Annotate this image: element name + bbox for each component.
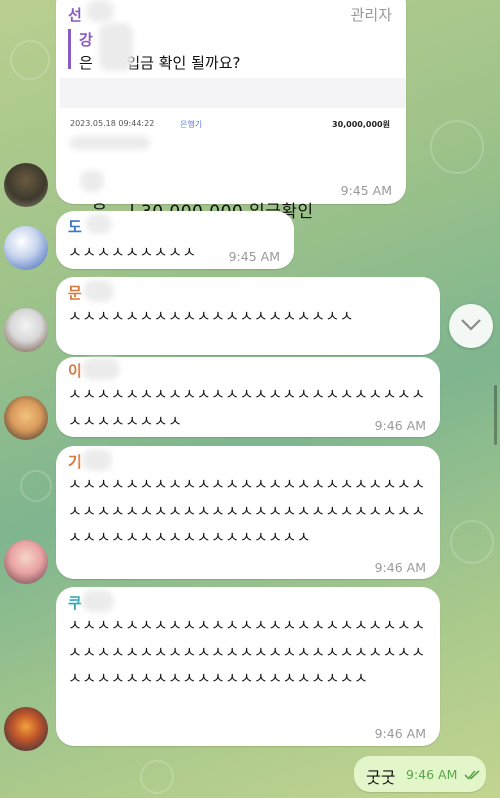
sender-name: 쿠	[68, 594, 82, 612]
background-doodle	[450, 520, 494, 564]
receipt-image[interactable]: 2023.05.18 09:44:22 은행기 30,000,000원	[60, 78, 406, 166]
outgoing-time: 9:46 AM	[406, 767, 458, 782]
avatar[interactable]	[4, 396, 48, 440]
sender-name: 선	[68, 6, 82, 24]
message-bubble[interactable]: 문 ㅅㅅㅅㅅㅅㅅㅅㅅㅅㅅㅅㅅㅅㅅㅅㅅㅅㅅㅅㅅ	[56, 277, 440, 355]
sender-name: 기	[68, 453, 82, 471]
message-time: 9:46 AM	[374, 418, 426, 433]
message-text: ㅅㅅㅅㅅㅅㅅㅅㅅㅅㅅㅅㅅㅅㅅㅅㅅㅅㅅㅅㅅ	[68, 307, 355, 325]
sender-name: 도	[68, 218, 82, 236]
redacted-name	[86, 214, 112, 234]
redacted-name	[82, 358, 120, 380]
double-check-icon	[464, 766, 482, 785]
sender-name: 문	[68, 284, 82, 302]
background-doodle	[140, 760, 174, 794]
message-text: ㅅㅅㅅㅅㅅㅅㅅㅅㅅㅅㅅㅅㅅㅅㅅㅅㅅㅅㅅㅅㅅㅅㅅㅅㅅㅅㅅㅅㅅㅅㅅㅅㅅㅅㅅㅅㅅㅅㅅㅅ…	[68, 475, 426, 546]
message-time: 9:45 AM	[340, 183, 392, 198]
avatar[interactable]	[4, 226, 48, 270]
message-bubble[interactable]: 이 ㅅㅅㅅㅅㅅㅅㅅㅅㅅㅅㅅㅅㅅㅅㅅㅅㅅㅅㅅㅅㅅㅅㅅㅅㅅㅅㅅㅅㅅㅅㅅㅅㅅ 9:46…	[56, 357, 440, 437]
chevron-down-icon	[460, 317, 482, 336]
message-text: ㅅㅅㅅㅅㅅㅅㅅㅅㅅㅅㅅㅅㅅㅅㅅㅅㅅㅅㅅㅅㅅㅅㅅㅅㅅㅅㅅㅅㅅㅅㅅㅅㅅㅅㅅㅅㅅㅅㅅㅅ…	[68, 616, 426, 687]
receipt-date: 2023.05.18 09:44:22	[70, 119, 155, 128]
reply-preview[interactable]: 강 은 입금 확인 될까요?	[68, 23, 409, 72]
scrollbar[interactable]	[494, 385, 497, 445]
background-doodle	[20, 470, 52, 502]
background-doodle	[430, 120, 484, 174]
redacted-receipt	[70, 136, 150, 150]
message-bubble[interactable]: 기 ㅅㅅㅅㅅㅅㅅㅅㅅㅅㅅㅅㅅㅅㅅㅅㅅㅅㅅㅅㅅㅅㅅㅅㅅㅅㅅㅅㅅㅅㅅㅅㅅㅅㅅㅅㅅㅅㅅ…	[56, 446, 440, 579]
redacted-name	[82, 590, 114, 612]
message-time: 9:46 AM	[374, 560, 426, 575]
redacted-name	[82, 449, 112, 471]
avatar[interactable]	[4, 540, 48, 584]
message-bubble[interactable]: 도 ㅅㅅㅅㅅㅅㅅㅅㅅㅅ 9:45 AM	[56, 211, 294, 269]
redacted-reply	[99, 23, 133, 71]
outgoing-message-bubble[interactable]: 굿굿 9:46 AM	[354, 756, 486, 792]
redacted-name	[84, 280, 114, 302]
background-doodle	[10, 40, 50, 80]
avatar[interactable]	[4, 308, 48, 352]
receipt-amount: 30,000,000원	[332, 120, 390, 129]
reply-text-start: 은	[79, 54, 93, 72]
outgoing-text: 굿굿	[366, 768, 396, 787]
message-bubble[interactable]: 쿠 ㅅㅅㅅㅅㅅㅅㅅㅅㅅㅅㅅㅅㅅㅅㅅㅅㅅㅅㅅㅅㅅㅅㅅㅅㅅㅅㅅㅅㅅㅅㅅㅅㅅㅅㅅㅅㅅㅅ…	[56, 587, 440, 746]
message-text: ㅅㅅㅅㅅㅅㅅㅅㅅㅅ	[68, 243, 197, 261]
message-time: 9:45 AM	[228, 249, 280, 264]
message-time: 9:46 AM	[374, 726, 426, 741]
avatar[interactable]	[4, 707, 48, 751]
message-bubble[interactable]: 선 관리자 강 은 입금 확인 될까요? 2023.05.18 09:44:22…	[56, 0, 409, 222]
reply-text-end: 입금 확인 될까요?	[126, 54, 241, 72]
redacted-name	[86, 0, 114, 22]
avatar[interactable]	[4, 163, 48, 207]
receipt-bank: 은행기	[180, 120, 203, 129]
sender-name: 이	[68, 362, 82, 380]
admin-badge: 관리자	[350, 6, 392, 24]
redacted-text	[80, 170, 104, 192]
scroll-down-button[interactable]	[449, 304, 493, 348]
